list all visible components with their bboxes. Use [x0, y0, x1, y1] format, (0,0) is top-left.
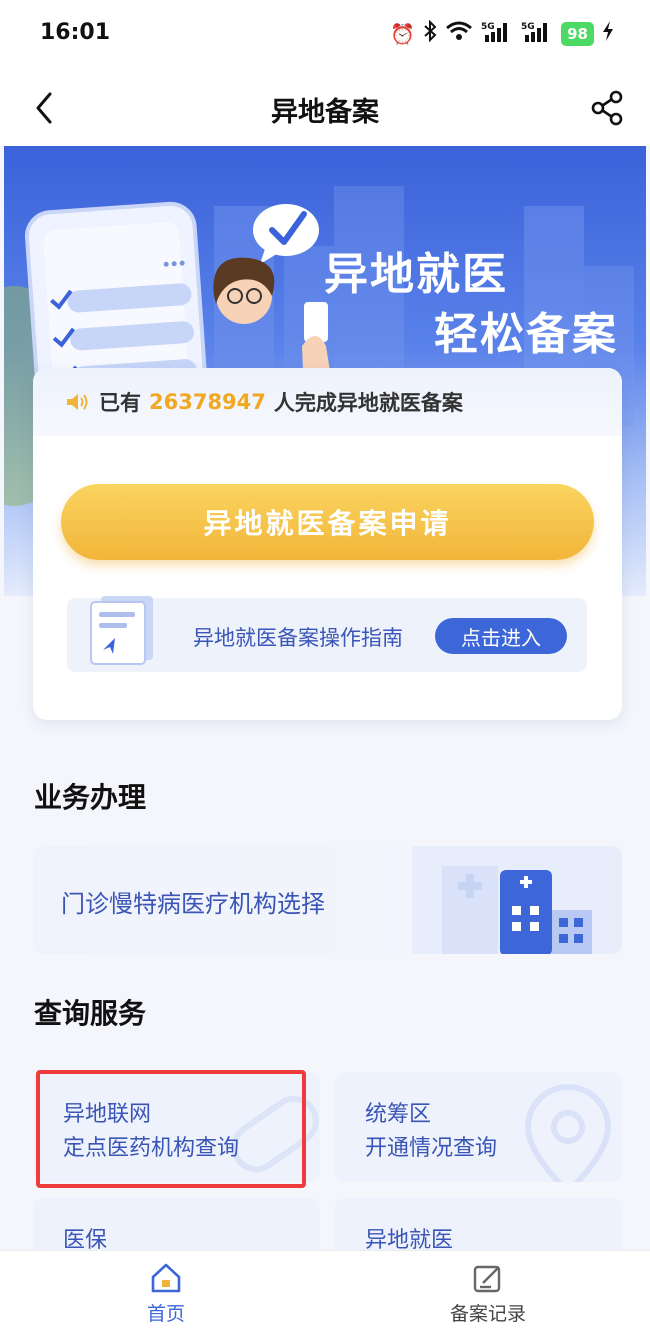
notice-prefix: 已有 — [99, 391, 141, 415]
signal-5g-icon-2: 5G — [521, 20, 553, 48]
guide-text: 异地就医备案操作指南 — [193, 626, 403, 650]
banner-title-line1: 异地就医 — [324, 249, 508, 300]
guide-row[interactable]: 异地就医备案操作指南 点击进入 — [67, 596, 587, 672]
wifi-icon — [445, 20, 473, 48]
battery-level: 98 — [561, 22, 594, 46]
charging-icon — [602, 21, 614, 47]
notice-count: 26378947 — [149, 390, 266, 414]
main-card: 已有 26378947 人完成异地就医备案 异地就医备案申请 异地就医备案操作指… — [33, 368, 622, 720]
bottom-tab-bar: 首页 备案记录 — [0, 1250, 650, 1338]
svg-text:5G: 5G — [481, 22, 495, 32]
tab-filing-records[interactable]: 备案记录 — [408, 1261, 568, 1326]
guide-document-icon — [90, 596, 153, 665]
tab-home-label: 首页 — [146, 1303, 185, 1325]
home-icon — [151, 1263, 181, 1293]
guide-enter-button[interactable]: 点击进入 — [435, 618, 567, 654]
page-title: 异地备案 — [271, 97, 379, 128]
notice-suffix: 人完成异地就医备案 — [273, 391, 463, 415]
business-section-title: 业务办理 — [34, 781, 147, 814]
apply-filing-button[interactable]: 异地就医备案申请 — [61, 484, 594, 560]
hospital-building-icon — [412, 846, 622, 954]
query-card-pooling-region[interactable]: 统筹区 开通情况查询 — [335, 1072, 622, 1182]
query-section-title: 查询服务 — [34, 997, 147, 1030]
nav-bar: 异地备案 — [0, 70, 650, 146]
banner-title-line2: 轻松备案 — [434, 309, 618, 360]
location-pin-icon — [524, 1084, 612, 1182]
status-time: 16:01 — [40, 20, 111, 45]
highlight-box — [36, 1070, 306, 1188]
status-icons: ⏰ 5G 5G 98 — [390, 19, 614, 48]
status-bar: 16:01 ⏰ 5G 5G 98 — [0, 0, 650, 70]
speaker-icon — [67, 394, 88, 410]
bluetooth-icon — [423, 19, 437, 48]
chronic-disease-institution-card[interactable]: 门诊慢特病医疗机构选择 — [33, 846, 622, 954]
svg-text:5G: 5G — [521, 22, 535, 32]
notice-strip: 已有 26378947 人完成异地就医备案 — [33, 368, 622, 436]
alarm-icon: ⏰ — [390, 22, 416, 46]
record-icon — [473, 1265, 501, 1293]
signal-5g-icon: 5G — [481, 20, 513, 48]
share-icon[interactable] — [590, 90, 624, 126]
chronic-disease-institution-label: 门诊慢特病医疗机构选择 — [61, 890, 325, 918]
tab-records-label: 备案记录 — [449, 1303, 526, 1325]
tab-home[interactable]: 首页 — [86, 1261, 246, 1326]
query-card-line1: 统筹区 — [365, 1102, 432, 1127]
query-card-line2: 开通情况查询 — [365, 1136, 498, 1161]
